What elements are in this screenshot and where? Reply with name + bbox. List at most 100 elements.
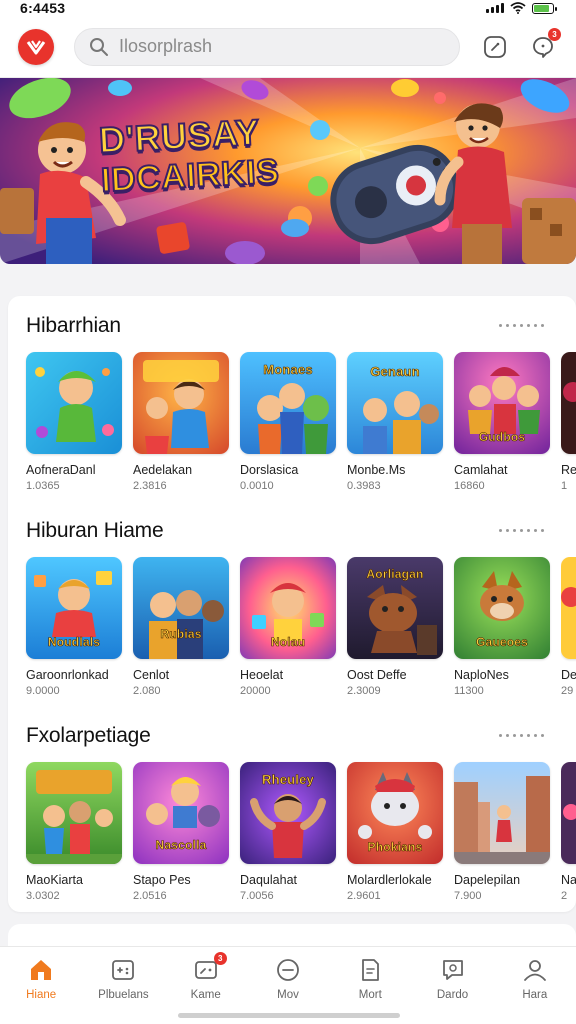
- game-tile[interactable]: Nolau Heoelat 20000: [240, 557, 336, 697]
- wifi-icon: [510, 2, 526, 14]
- game-title: De: [561, 668, 576, 682]
- notification-badge: 3: [548, 27, 561, 41]
- game-tile[interactable]: MaoKiarta 3.0302: [26, 762, 122, 902]
- game-title: Aedelakan: [133, 463, 193, 477]
- game-thumbnail[interactable]: Noudlals: [26, 557, 122, 659]
- banner-artwork: [0, 78, 576, 264]
- status-time: 6:4453: [20, 0, 66, 16]
- game-tile[interactable]: Rubias Cenlot 2.080: [133, 557, 229, 697]
- game-thumbnail[interactable]: Gaueoes: [454, 557, 550, 659]
- hero-banner[interactable]: D'RUSAY IDCAIRKIS: [0, 78, 576, 264]
- game-thumbnail[interactable]: Phokians: [347, 762, 443, 864]
- game-tile[interactable]: Phokians Molardlerlokale 2.9601: [347, 762, 443, 902]
- nav-item-hara[interactable]: Hara: [494, 947, 576, 1024]
- signal-icon: [486, 3, 504, 13]
- chat-icon: [440, 957, 466, 983]
- nav-item-home[interactable]: Hiane: [0, 947, 82, 1024]
- game-thumbnail[interactable]: Monaes: [240, 352, 336, 454]
- game-title: AofneraDanl: [26, 463, 96, 477]
- notification-button[interactable]: 3: [530, 27, 561, 60]
- app-screen: 6:4453 Ilosorplrash 3 D'RUSAY IDCAIRKIS …: [0, 0, 576, 1024]
- search-icon: [90, 37, 108, 56]
- game-thumbnail[interactable]: [26, 762, 122, 864]
- game-thumbnail[interactable]: [561, 557, 576, 659]
- more-options-icon[interactable]: [499, 734, 544, 737]
- game-title: Heoelat: [240, 668, 284, 682]
- game-tile[interactable]: Gudbos Camlahat 16860: [454, 352, 550, 492]
- game-thumbnail[interactable]: Gudbos: [454, 352, 550, 454]
- game-tile[interactable]: Noudlals Garoonrlonkad 9.0000: [26, 557, 122, 697]
- app-logo[interactable]: [18, 28, 54, 65]
- game-thumbnail[interactable]: Genaun: [347, 352, 443, 454]
- game-tile-partial[interactable]: Na 2: [561, 762, 576, 902]
- game-thumbnail[interactable]: [561, 352, 576, 454]
- nav-item-dardo[interactable]: Dardo: [411, 947, 493, 1024]
- more-options-icon[interactable]: [499, 324, 544, 327]
- game-tile[interactable]: AofneraDanl 1.0365: [26, 352, 122, 492]
- status-bar: 6:4453: [0, 0, 576, 16]
- game-title: MaoKiarta: [26, 873, 83, 887]
- game-tile[interactable]: Aorliagan Oost Deffe 2.3009: [347, 557, 443, 697]
- game-center-icon: [484, 35, 506, 58]
- thumbnail-caption: Aorliagan: [366, 567, 424, 582]
- game-stat: 0.3983: [347, 480, 381, 492]
- nav-label: Mov: [277, 989, 299, 1001]
- game-thumbnail[interactable]: [454, 762, 550, 864]
- game-stat: 0.0010: [240, 480, 274, 492]
- game-thumbnail[interactable]: Aorliagan: [347, 557, 443, 659]
- section-title: Hiburan Hiame: [26, 519, 164, 542]
- more-options-icon[interactable]: [499, 529, 544, 532]
- nav-item-plbuelans[interactable]: Plbuelans: [82, 947, 164, 1024]
- game-title: Oost Deffe: [347, 668, 407, 682]
- minus-circle-icon: [275, 957, 301, 983]
- search-input[interactable]: [119, 36, 419, 57]
- nav-label: Kame: [190, 989, 221, 1001]
- app-header: 3: [0, 16, 576, 78]
- battery-icon: [532, 2, 557, 14]
- thumbnail-caption: Phokians: [367, 840, 423, 855]
- thumbnail-caption: Gaueoes: [475, 635, 529, 650]
- controller-icon: [110, 957, 136, 983]
- game-tile[interactable]: Genaun Monbe.Ms 0.3983: [347, 352, 443, 492]
- section-title: Fxolarpetiage: [26, 724, 151, 747]
- game-thumbnail[interactable]: Nolau: [240, 557, 336, 659]
- game-tile[interactable]: Gaueoes NaploNes 11300: [454, 557, 550, 697]
- game-title: Stapo Pes: [133, 873, 191, 887]
- thumbnail-caption: Monaes: [263, 362, 313, 378]
- game-tile[interactable]: Monaes Dorslasica 0.0010: [240, 352, 336, 492]
- game-tile[interactable]: Nascolla Stapo Pes 2.0516: [133, 762, 229, 902]
- game-center-button[interactable]: [482, 34, 508, 60]
- game-tile[interactable]: Dapelepilan 7.900: [454, 762, 550, 902]
- section-title: Hibarrhian: [26, 314, 121, 337]
- game-stat: 2.3009: [347, 685, 381, 697]
- game-thumbnail[interactable]: Rheuley: [240, 762, 336, 864]
- nav-label: Hara: [522, 989, 548, 1001]
- game-title: Camlahat: [454, 463, 508, 477]
- search-bar[interactable]: [74, 27, 460, 66]
- game-stat: 1: [561, 480, 568, 492]
- game-stat: 2.9601: [347, 890, 381, 902]
- home-indicator: [178, 1013, 400, 1018]
- game-row: MaoKiarta 3.0302 Nascolla Stapo Pes 2.05…: [26, 762, 576, 902]
- battery-level: [534, 4, 550, 12]
- thumbnail-caption: Noudlals: [47, 635, 101, 650]
- game-tile-partial[interactable]: De 29: [561, 557, 576, 697]
- game-thumbnail[interactable]: [561, 762, 576, 864]
- nav-label: Dardo: [436, 989, 469, 1001]
- game-tile[interactable]: Rheuley Daqulahat 7.0056: [240, 762, 336, 902]
- game-row: Noudlals Garoonrlonkad 9.0000 Rubias Cen…: [26, 557, 576, 697]
- game-thumbnail[interactable]: Rubias: [133, 557, 229, 659]
- thumbnail-caption: Nascolla: [155, 838, 207, 853]
- game-title: NaploNes: [454, 668, 509, 682]
- game-stat: 9.0000: [26, 685, 60, 697]
- game-thumbnail[interactable]: Nascolla: [133, 762, 229, 864]
- game-thumbnail[interactable]: [133, 352, 229, 454]
- game-title: Monbe.Ms: [347, 463, 406, 477]
- game-title: Na: [561, 873, 576, 887]
- game-tile[interactable]: Aedelakan 2.3816: [133, 352, 229, 492]
- game-thumbnail[interactable]: [26, 352, 122, 454]
- game-row: AofneraDanl 1.0365 Aedelakan 2.3816 Mona…: [26, 352, 576, 492]
- game-tile-partial[interactable]: Re 1: [561, 352, 576, 492]
- game-title: Cenlot: [133, 668, 170, 682]
- game-stat: 20000: [240, 685, 271, 697]
